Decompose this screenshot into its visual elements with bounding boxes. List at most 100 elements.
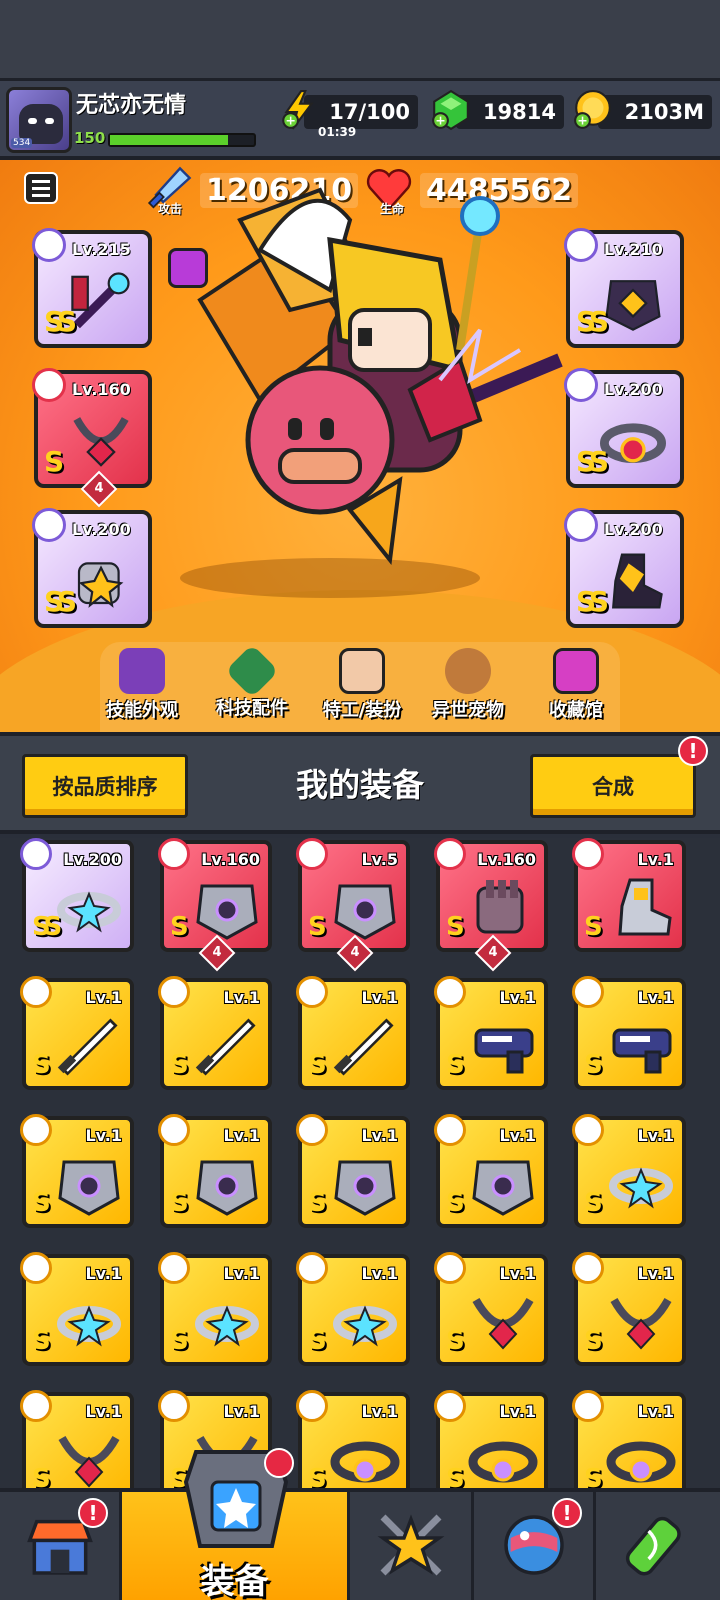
necklace-icon — [58, 1435, 120, 1488]
inventory-item-armor[interactable]: Lv.1 S — [434, 1114, 548, 1228]
inventory-item-gun[interactable]: Lv.1 S — [434, 976, 548, 1090]
inventory-item-boots[interactable]: Lv.1 S — [572, 838, 686, 952]
equipped-slot-belt[interactable]: Lv.200 SS — [564, 368, 684, 488]
inventory-item-ring[interactable]: Lv.1 S — [158, 1252, 272, 1366]
slot-level: Lv.160 — [72, 380, 131, 399]
gun-icon — [474, 1028, 534, 1074]
tab-shop[interactable]: ! — [0, 1492, 122, 1600]
item-grade: S — [308, 1188, 327, 1218]
player-avatar[interactable]: 534 — [6, 87, 72, 153]
ring-icon — [195, 1305, 259, 1347]
xp-fill — [110, 135, 229, 145]
inventory-item-gloves[interactable]: Lv.160 S 4 — [434, 838, 548, 972]
item-grade: S — [32, 1050, 51, 1080]
item-level: Lv.1 — [361, 1264, 398, 1283]
inventory-item-sword[interactable]: Lv.1 S — [158, 976, 272, 1090]
equipped-slot-weapon[interactable]: Lv.215 SS — [32, 228, 152, 348]
inventory-item-armor[interactable]: Lv.1 S — [296, 1114, 410, 1228]
ring-icon — [57, 891, 121, 933]
slot-grade: SS — [576, 305, 609, 338]
menu-line — [32, 180, 50, 183]
tab-planet[interactable]: ! — [474, 1492, 596, 1600]
star-count: 4 — [488, 945, 498, 960]
belt-icon — [606, 1441, 676, 1483]
inventory-item-necklace[interactable]: Lv.1 S — [20, 1390, 134, 1488]
inventory-item-gun[interactable]: Lv.1 S — [572, 976, 686, 1090]
shop-alert-badge: ! — [78, 1498, 108, 1528]
equipped-slot-armor[interactable]: Lv.210 SS — [564, 228, 684, 348]
character-showcase: 攻击 1206210 生命 4485562 Lv.215 SS Lv.160 S… — [0, 160, 720, 732]
inventory-item-armor[interactable]: Lv.1 S — [20, 1114, 134, 1228]
inventory-item-ring[interactable]: Lv.1 S — [20, 1252, 134, 1366]
inventory-item-sword[interactable]: Lv.1 S — [20, 976, 134, 1090]
chain-necklace-icon — [73, 417, 129, 467]
inventory-item-ring[interactable]: Lv.1 S — [296, 1252, 410, 1366]
equipment-title: 我的装备 — [295, 766, 424, 804]
slot-grade: SS — [44, 305, 77, 338]
item-level: Lv.1 — [85, 988, 122, 1007]
slot-level: Lv.200 — [72, 520, 131, 539]
inventory-item-armor[interactable]: Lv.160 S 4 — [158, 838, 272, 972]
star-count: 4 — [94, 481, 104, 496]
ring-icon — [609, 1167, 673, 1209]
inventory-item-necklace[interactable]: Lv.1 S — [572, 1252, 686, 1366]
equipped-slot-gloves[interactable]: Lv.200 SS — [32, 508, 152, 628]
ring-type-icon — [572, 1114, 604, 1146]
item-level: Lv.1 — [85, 1264, 122, 1283]
sword-icon — [195, 1018, 256, 1076]
inventory-item-necklace[interactable]: Lv.1 S — [434, 1252, 548, 1366]
item-level: Lv.1 — [223, 1402, 260, 1421]
nav-label: 特工/装扮 — [322, 700, 402, 721]
merge-button[interactable]: 合成 — [530, 754, 696, 818]
item-grade: S — [446, 1188, 465, 1218]
necklace-icon — [610, 1297, 672, 1350]
necklace-type-icon — [572, 1252, 604, 1284]
equipped-slot-necklace[interactable]: Lv.160 S 4 — [32, 368, 152, 508]
energy-counter[interactable]: + 17/100 — [282, 90, 418, 130]
nav-pet[interactable]: 异世宠物 — [418, 648, 518, 722]
item-grade: S — [584, 1326, 603, 1356]
inventory-item-belt[interactable]: Lv.1 S — [434, 1390, 548, 1488]
item-level: Lv.5 — [361, 850, 398, 869]
svg-text:+: + — [285, 113, 296, 128]
inventory-item-armor[interactable]: Lv.1 S — [158, 1114, 272, 1228]
gloves-icon — [476, 880, 524, 934]
hero-character — [197, 187, 563, 565]
menu-button[interactable] — [24, 172, 58, 204]
tab-equipment[interactable]: 装备 — [122, 1448, 350, 1600]
coin-counter[interactable]: + 2103M — [574, 90, 712, 129]
equipment-toolbar: 按品质排序 我的装备 合成 ! — [0, 732, 720, 834]
inventory-item-ring[interactable]: Lv.200 SS — [20, 838, 134, 952]
tab-battle[interactable] — [350, 1492, 474, 1600]
nav-skill-skin[interactable]: 技能外观 — [92, 648, 192, 722]
item-level: Lv.1 — [85, 1402, 122, 1421]
gem-counter[interactable]: + 19814 — [432, 89, 564, 131]
gem-value: 19814 — [482, 100, 556, 124]
nav-collection[interactable]: 收藏馆 — [526, 648, 626, 722]
item-grade: S — [308, 1326, 327, 1356]
nav-agent[interactable]: 特工/装扮 — [312, 648, 412, 722]
inventory-item-ring[interactable]: Lv.1 S — [572, 1114, 686, 1228]
gun-icon — [612, 1028, 672, 1074]
target-buff-icon[interactable] — [168, 248, 208, 288]
armor-type-icon — [296, 838, 328, 870]
inventory-item-sword[interactable]: Lv.1 S — [296, 976, 410, 1090]
tab-dna[interactable] — [596, 1492, 720, 1600]
inventory-item-belt[interactable]: Lv.1 S — [296, 1390, 410, 1488]
belt-icon — [330, 1441, 400, 1483]
item-grade: S — [170, 1188, 189, 1218]
armor-type-icon — [564, 228, 598, 262]
weapon-type-icon — [32, 228, 66, 262]
star-count: 4 — [350, 945, 360, 960]
inventory-item-armor[interactable]: Lv.5 S 4 — [296, 838, 410, 972]
tech-part-icon — [225, 644, 279, 698]
ring-icon — [57, 1305, 121, 1347]
armor-icon — [196, 1160, 258, 1216]
nav-tech-parts[interactable]: 科技配件 — [202, 644, 302, 720]
necklace-type-icon — [158, 1390, 190, 1422]
inventory-item-belt[interactable]: Lv.1 S — [572, 1390, 686, 1488]
equipped-slot-boots[interactable]: Lv.200 SS — [564, 508, 684, 628]
agent-icon — [339, 648, 385, 694]
sort-by-quality-button[interactable]: 按品质排序 — [22, 754, 188, 818]
nav-label: 异世宠物 — [432, 700, 504, 721]
